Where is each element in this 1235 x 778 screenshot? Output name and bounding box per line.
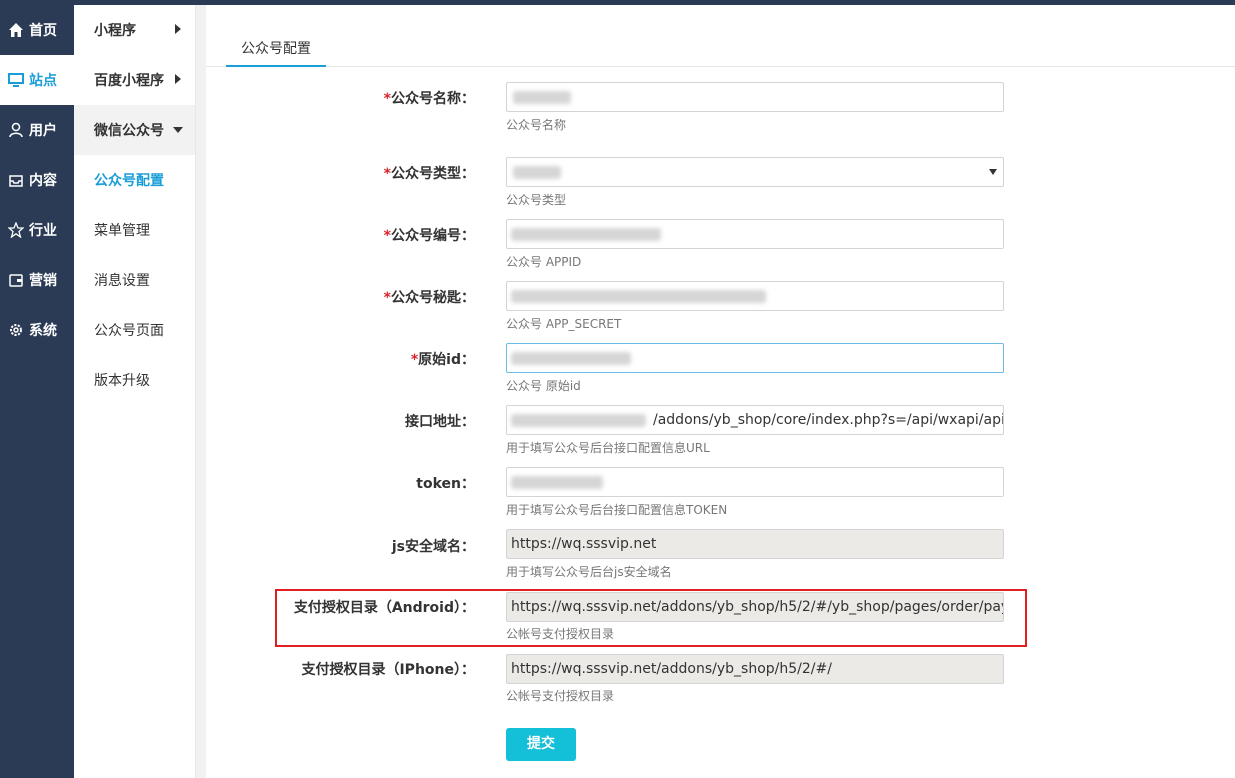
type-select[interactable] bbox=[506, 157, 1004, 187]
tab-official-config[interactable]: 公众号配置 bbox=[226, 38, 326, 67]
type-label: *公众号类型： bbox=[205, 163, 475, 183]
nav-item-content[interactable]: 内容 bbox=[0, 155, 74, 205]
origin-id-input[interactable] bbox=[506, 343, 1004, 373]
nav-item-home[interactable]: 首页 bbox=[0, 5, 74, 55]
primary-sidebar: 首页 站点 用户 内容 行业 营销 系统 bbox=[0, 5, 74, 778]
nav-item-marketing-label: 营销 bbox=[29, 273, 57, 289]
secret-hint: 公众号 APP_SECRET bbox=[506, 317, 622, 331]
redacted-blur bbox=[513, 166, 561, 179]
star-icon bbox=[8, 222, 24, 238]
nav-item-user-label: 用户 bbox=[29, 123, 57, 139]
nav-item-site[interactable]: 站点 bbox=[0, 55, 74, 105]
js-domain-input[interactable]: https://wq.sssvip.net bbox=[506, 529, 1004, 559]
nav-group-baidu-miniprogram[interactable]: 百度小程序 bbox=[74, 55, 195, 105]
nav-item-site-label: 站点 bbox=[29, 73, 57, 89]
redacted-blur bbox=[511, 228, 661, 241]
pay-android-hint: 公帐号支付授权目录 bbox=[506, 627, 615, 641]
nav-item-marketing[interactable]: 营销 bbox=[0, 255, 74, 305]
token-hint: 用于填写公众号后台接口配置信息TOKEN bbox=[506, 503, 728, 517]
user-icon bbox=[9, 122, 23, 138]
name-label: *公众号名称： bbox=[205, 88, 475, 108]
secret-label-text: 公众号秘匙： bbox=[391, 290, 475, 306]
appid-input[interactable] bbox=[506, 219, 1004, 249]
appid-label-text: 公众号编号： bbox=[391, 228, 475, 244]
nav-group-wechat-label: 微信公众号 bbox=[94, 123, 164, 139]
required-mark: * bbox=[383, 290, 391, 306]
nav-item-official-pages[interactable]: 公众号页面 bbox=[74, 305, 195, 355]
secret-label: *公众号秘匙： bbox=[205, 287, 475, 307]
redacted-blur bbox=[511, 414, 646, 427]
gear-icon bbox=[10, 324, 22, 336]
redacted-blur bbox=[511, 290, 766, 303]
tab-label: 公众号配置 bbox=[241, 41, 311, 57]
origin-id-label: *原始id： bbox=[205, 349, 475, 369]
appid-hint: 公众号 APPID bbox=[506, 255, 582, 269]
nav-item-label: 消息设置 bbox=[94, 273, 150, 289]
js-domain-label: js安全域名： bbox=[391, 539, 475, 555]
nav-item-label: 版本升级 bbox=[94, 373, 150, 389]
origin-id-label-text: 原始id： bbox=[418, 352, 475, 368]
submit-button[interactable]: 提交 bbox=[506, 728, 576, 761]
chevron-down-icon bbox=[989, 169, 997, 175]
tab-bar: 公众号配置 bbox=[206, 5, 1235, 67]
home-icon bbox=[9, 23, 23, 37]
nav-item-user[interactable]: 用户 bbox=[0, 105, 74, 155]
nav-item-content-label: 内容 bbox=[29, 173, 57, 189]
pay-iphone-input[interactable]: https://wq.sssvip.net/addons/yb_shop/h5/… bbox=[506, 654, 1004, 684]
name-input[interactable] bbox=[506, 82, 1004, 112]
pay-iphone-value: https://wq.sssvip.net/addons/yb_shop/h5/… bbox=[511, 661, 832, 677]
pay-android-label: 支付授权目录（Android）： bbox=[293, 600, 475, 616]
required-mark: * bbox=[383, 166, 391, 182]
nav-item-official-config[interactable]: 公众号配置 bbox=[74, 155, 195, 205]
caret-right-icon bbox=[175, 24, 181, 34]
nav-group-miniprogram-label: 小程序 bbox=[94, 23, 136, 39]
api-url-input[interactable]: /addons/yb_shop/core/index.php?s=/api/wx… bbox=[506, 405, 1004, 435]
name-label-text: 公众号名称： bbox=[391, 91, 475, 107]
type-label-text: 公众号类型： bbox=[391, 166, 475, 182]
wallet-icon bbox=[9, 274, 23, 287]
nav-item-system[interactable]: 系统 bbox=[0, 305, 74, 355]
nav-group-baidu-label: 百度小程序 bbox=[94, 73, 164, 89]
nav-item-industry[interactable]: 行业 bbox=[0, 205, 74, 255]
nav-item-message-settings[interactable]: 消息设置 bbox=[74, 255, 195, 305]
redacted-blur bbox=[511, 352, 631, 365]
nav-group-wechat[interactable]: 微信公众号 bbox=[74, 105, 195, 155]
caret-down-icon bbox=[173, 127, 183, 133]
js-domain-hint: 用于填写公众号后台js安全域名 bbox=[506, 565, 672, 579]
caret-right-icon bbox=[175, 74, 181, 84]
nav-item-version-upgrade[interactable]: 版本升级 bbox=[74, 355, 195, 405]
pay-iphone-hint: 公帐号支付授权目录 bbox=[506, 689, 615, 703]
appid-label: *公众号编号： bbox=[205, 225, 475, 245]
nav-item-menu-manage[interactable]: 菜单管理 bbox=[74, 205, 195, 255]
nav-item-industry-label: 行业 bbox=[29, 223, 57, 239]
pay-android-input[interactable]: https://wq.sssvip.net/addons/yb_shop/h5/… bbox=[506, 592, 1004, 622]
name-hint: 公众号名称 bbox=[506, 118, 567, 132]
type-hint: 公众号类型 bbox=[506, 193, 567, 207]
secret-input[interactable] bbox=[506, 281, 1004, 311]
nav-item-system-label: 系统 bbox=[29, 323, 57, 339]
pay-android-value: https://wq.sssvip.net/addons/yb_shop/h5/… bbox=[511, 599, 1004, 615]
nav-item-home-label: 首页 bbox=[29, 23, 57, 39]
nav-item-label: 公众号页面 bbox=[94, 323, 164, 339]
token-label: token： bbox=[416, 476, 475, 492]
nav-group-miniprogram[interactable]: 小程序 bbox=[74, 5, 195, 55]
origin-id-hint: 公众号 原始id bbox=[506, 379, 581, 393]
api-url-value: /addons/yb_shop/core/index.php?s=/api/wx… bbox=[653, 412, 1004, 428]
redacted-blur bbox=[513, 91, 571, 104]
nav-item-label: 菜单管理 bbox=[94, 223, 150, 239]
required-mark: * bbox=[383, 228, 391, 244]
nav-item-label: 公众号配置 bbox=[94, 173, 164, 189]
js-domain-value: https://wq.sssvip.net bbox=[511, 536, 657, 552]
token-input[interactable] bbox=[506, 467, 1004, 497]
api-url-hint: 用于填写公众号后台接口配置信息URL bbox=[506, 441, 710, 455]
required-mark: * bbox=[383, 91, 391, 107]
inbox-icon bbox=[9, 175, 23, 187]
redacted-blur bbox=[511, 476, 603, 489]
secondary-sidebar: 小程序 百度小程序 微信公众号 公众号配置 菜单管理 消息设置 公众号页面 版本… bbox=[74, 5, 196, 778]
api-url-label: 接口地址： bbox=[405, 414, 475, 430]
monitor-icon bbox=[8, 73, 24, 87]
pay-iphone-label: 支付授权目录（IPhone）： bbox=[301, 662, 475, 678]
